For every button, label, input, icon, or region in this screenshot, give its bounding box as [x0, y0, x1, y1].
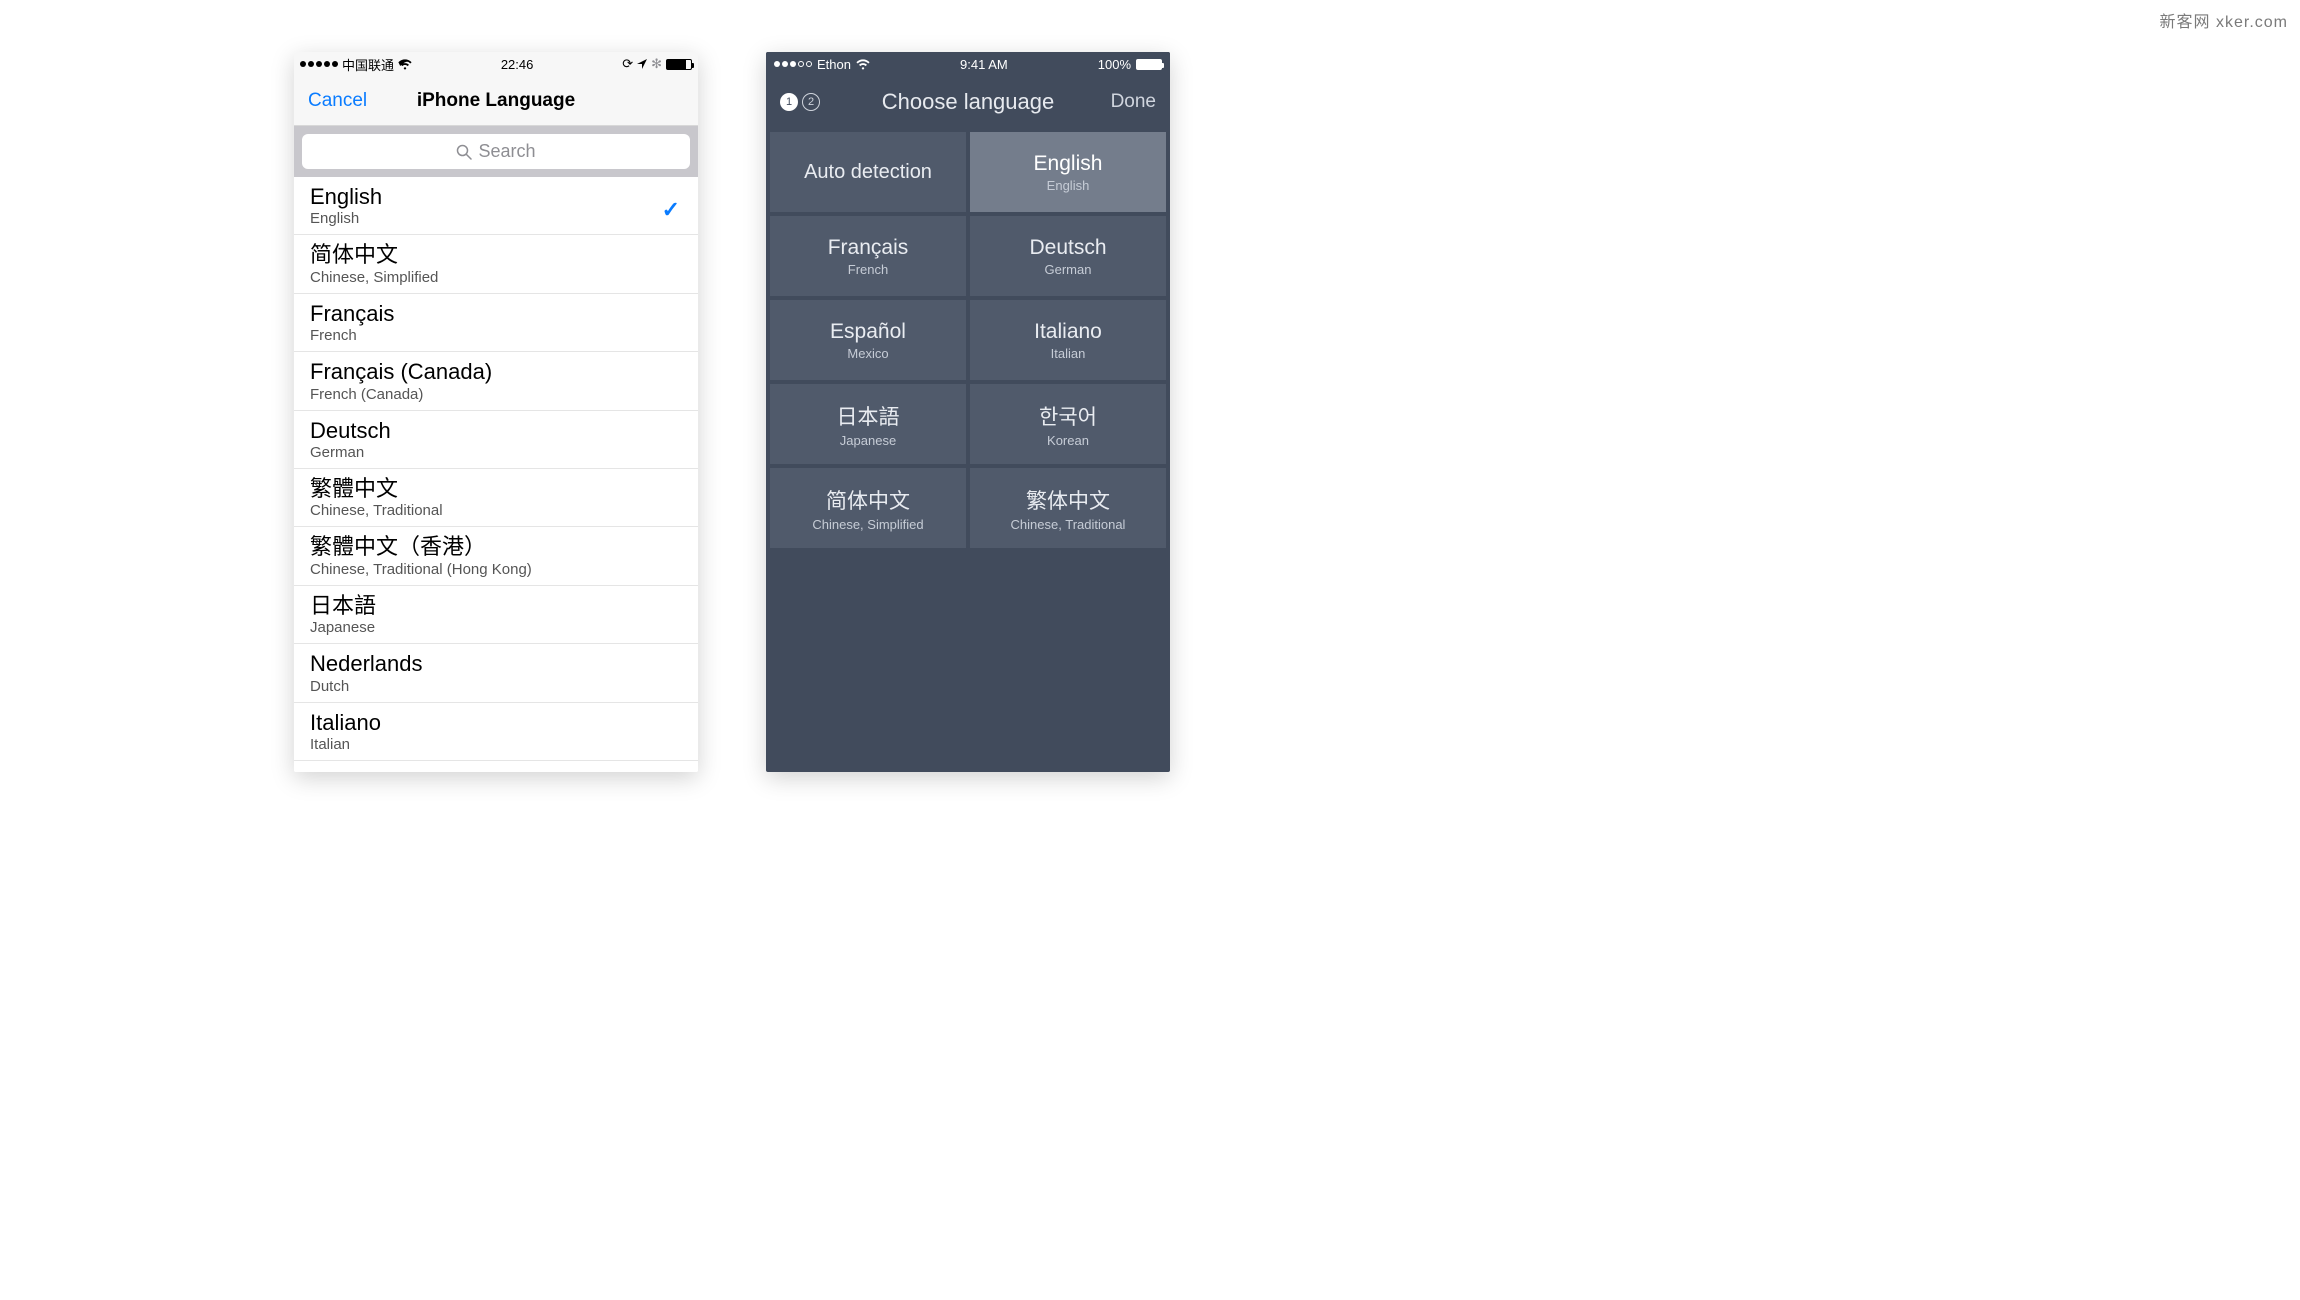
- language-english: French: [310, 327, 682, 344]
- language-row[interactable]: Español: [294, 761, 698, 772]
- language-row[interactable]: NederlandsDutch: [294, 644, 698, 702]
- search-placeholder: Search: [478, 141, 535, 162]
- location-icon: [637, 59, 647, 69]
- tile-native: Français: [828, 236, 909, 260]
- tile-subtitle: Japanese: [840, 433, 896, 448]
- language-row[interactable]: ItalianoItalian: [294, 703, 698, 761]
- language-english: Chinese, Traditional (Hong Kong): [310, 561, 682, 578]
- language-row[interactable]: EnglishEnglish✓: [294, 177, 698, 235]
- language-row[interactable]: 日本語Japanese: [294, 586, 698, 644]
- status-time: 9:41 AM: [960, 57, 1008, 72]
- tile-subtitle: German: [1045, 262, 1092, 277]
- language-grid: Auto detection English English Français Fren…: [766, 128, 1170, 552]
- battery-icon: [1136, 59, 1162, 70]
- language-native: 日本語: [310, 593, 682, 619]
- language-row[interactable]: DeutschGerman: [294, 411, 698, 469]
- language-native: Nederlands: [310, 651, 682, 677]
- tile-native: 日本語: [837, 401, 900, 431]
- cancel-button[interactable]: Cancel: [308, 90, 367, 112]
- language-tile[interactable]: 简体中文 Chinese, Simplified: [770, 468, 966, 548]
- wifi-icon: [856, 59, 870, 70]
- tile-subtitle: French: [848, 262, 888, 277]
- language-tile[interactable]: Deutsch German: [970, 216, 1166, 296]
- bluetooth-icon: ✻: [651, 56, 662, 72]
- language-english: German: [310, 444, 682, 461]
- tile-subtitle: Korean: [1047, 433, 1089, 448]
- page-title: Choose language: [766, 89, 1170, 115]
- language-tile[interactable]: 繁体中文 Chinese, Traditional: [970, 468, 1166, 548]
- language-native: Italiano: [310, 710, 682, 736]
- nav-bar: Cancel iPhone Language: [294, 76, 698, 126]
- tile-subtitle: English: [1047, 178, 1090, 193]
- language-english: Italian: [310, 736, 682, 753]
- tile-native: Italiano: [1034, 320, 1102, 344]
- tile-native: 简体中文: [826, 485, 910, 515]
- language-tile[interactable]: 日本語 Japanese: [770, 384, 966, 464]
- battery-percent: 100%: [1098, 57, 1131, 72]
- nav-bar: 1 2 Choose language Done: [766, 76, 1170, 128]
- language-tile[interactable]: 한국어 Korean: [970, 384, 1166, 464]
- rotation-lock-icon: ⟳: [622, 56, 633, 72]
- tile-native: Español: [830, 320, 906, 344]
- language-row[interactable]: 繁體中文（香港）Chinese, Traditional (Hong Kong): [294, 527, 698, 585]
- status-bar: Ethon 9:41 AM 100%: [766, 52, 1170, 76]
- carrier-label: Ethon: [817, 57, 851, 72]
- language-native: Français (Canada): [310, 359, 682, 385]
- tile-native: English: [1034, 152, 1103, 176]
- language-tile[interactable]: Español Mexico: [770, 300, 966, 380]
- language-tile[interactable]: Auto detection: [770, 132, 966, 212]
- language-native: 简体中文: [310, 242, 682, 268]
- language-native: 繁體中文: [310, 476, 682, 502]
- language-native: Español: [310, 768, 682, 772]
- language-english: Dutch: [310, 678, 682, 695]
- carrier-label: 中国联通: [342, 55, 394, 74]
- search-icon: [456, 144, 472, 160]
- tile-native: Deutsch: [1029, 236, 1106, 260]
- tile-subtitle: Chinese, Traditional: [1011, 517, 1126, 532]
- search-input[interactable]: Search: [302, 134, 690, 169]
- battery-icon: [666, 59, 692, 70]
- app-language-screen: Ethon 9:41 AM 100% 1 2 Choose language D…: [766, 52, 1170, 772]
- language-native: Français: [310, 301, 682, 327]
- checkmark-icon: ✓: [662, 197, 680, 223]
- language-native: English: [310, 184, 682, 210]
- signal-icon: [300, 61, 338, 67]
- status-bar: 中国联通 22:46 ⟳ ✻: [294, 52, 698, 76]
- tile-native: 繁体中文: [1026, 485, 1110, 515]
- search-bar-container: Search: [294, 126, 698, 177]
- language-native: 繁體中文（香港）: [310, 534, 682, 560]
- source-credit: 新客网 xker.com: [2160, 8, 2288, 32]
- wifi-icon: [398, 59, 412, 70]
- language-english: French (Canada): [310, 386, 682, 403]
- signal-icon: [774, 61, 812, 67]
- language-english: English: [310, 210, 682, 227]
- language-tile[interactable]: Italiano Italian: [970, 300, 1166, 380]
- tile-subtitle: Chinese, Simplified: [812, 517, 923, 532]
- language-row[interactable]: 简体中文Chinese, Simplified: [294, 235, 698, 293]
- tile-subtitle: Italian: [1051, 346, 1086, 361]
- tile-native: 한국어: [1039, 401, 1097, 431]
- language-english: Chinese, Traditional: [310, 502, 682, 519]
- tile-native: Auto detection: [804, 161, 932, 184]
- ios-language-screen: 中国联通 22:46 ⟳ ✻ Cancel iPhone Language Se…: [294, 52, 698, 772]
- status-time: 22:46: [501, 57, 534, 72]
- language-list[interactable]: EnglishEnglish✓简体中文Chinese, SimplifiedFr…: [294, 177, 698, 772]
- language-row[interactable]: 繁體中文Chinese, Traditional: [294, 469, 698, 527]
- language-row[interactable]: FrançaisFrench: [294, 294, 698, 352]
- language-row[interactable]: Français (Canada)French (Canada): [294, 352, 698, 410]
- language-english: Japanese: [310, 619, 682, 636]
- language-english: Chinese, Simplified: [310, 269, 682, 286]
- language-native: Deutsch: [310, 418, 682, 444]
- tile-subtitle: Mexico: [847, 346, 888, 361]
- language-tile[interactable]: Français French: [770, 216, 966, 296]
- language-tile[interactable]: English English: [970, 132, 1166, 212]
